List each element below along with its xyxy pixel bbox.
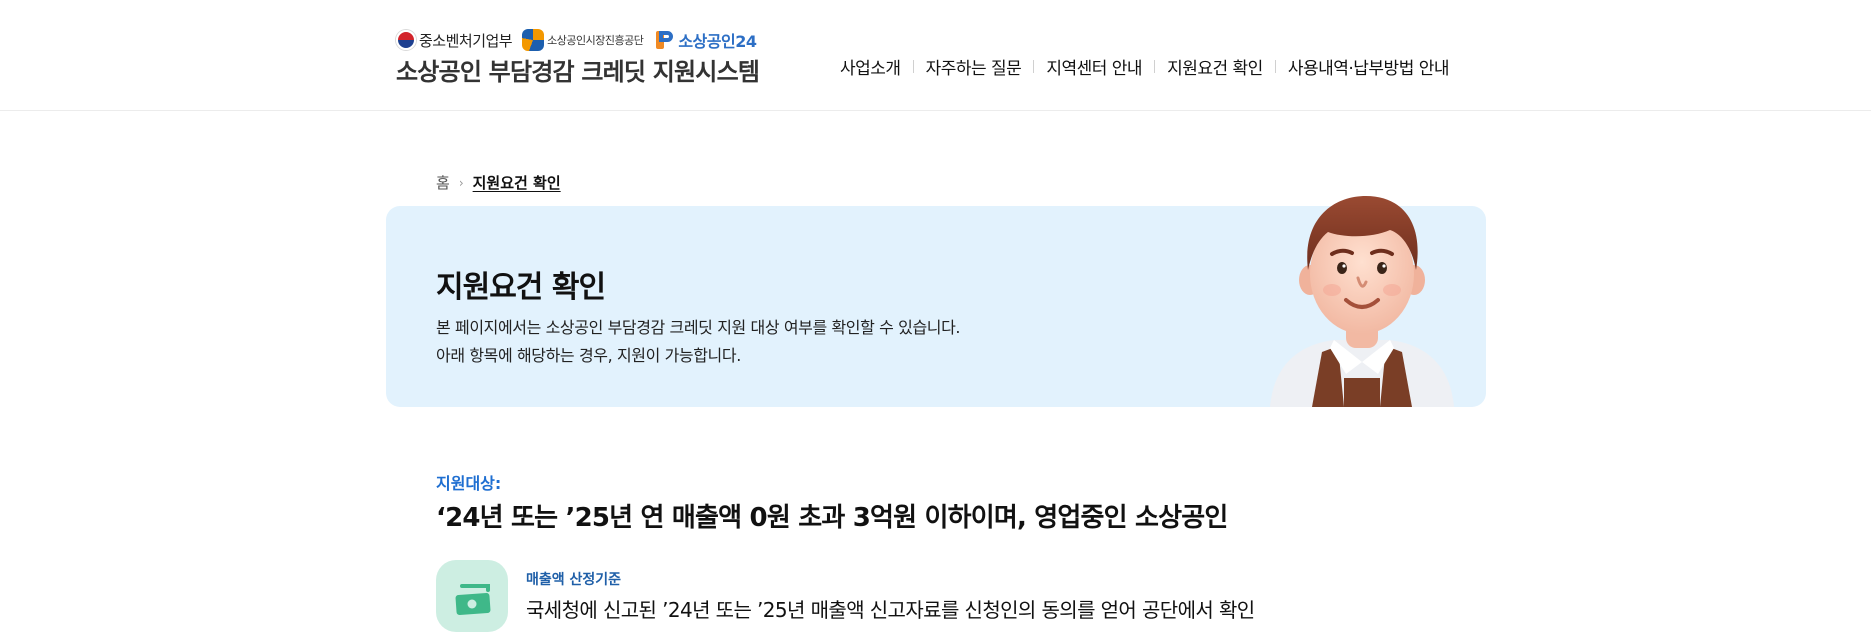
main-nav: 사업소개 자주하는 질문 지역센터 안내 지원요건 확인 사용내역·납부방법 안… — [840, 54, 1461, 79]
breadcrumb-home-link[interactable]: 홈 — [436, 172, 450, 193]
partner-logos: 중소벤처기업부 소상공인시장진흥공단 소상공인24 — [396, 29, 766, 51]
money-bill-icon — [436, 560, 508, 632]
eligibility-target-label: 지원대상: — [436, 474, 502, 493]
nav-item-eligibility[interactable]: 지원요건 확인 — [1155, 54, 1275, 79]
portal-logo-text: 소상공인24 — [678, 32, 757, 51]
korea-government-emblem-icon — [396, 30, 416, 50]
portal-logo-link[interactable]: 소상공인24 — [653, 28, 757, 52]
ministry-logo-text: 중소벤처기업부 — [419, 31, 513, 50]
eligibility-target-title: ‘24년 또는 ’25년 연 매출액 0원 초과 3억원 이하이며, 영업중인 … — [436, 503, 1228, 533]
site-header: 중소벤처기업부 소상공인시장진흥공단 소상공인24 소상공인 부담경감 크레딧 … — [0, 0, 1871, 111]
chevron-right-icon: › — [458, 175, 464, 190]
breadcrumb-current-link[interactable]: 지원요건 확인 — [473, 172, 561, 193]
nav-item-regional-centers[interactable]: 지역센터 안내 — [1034, 54, 1154, 79]
page-description: 본 페이지에서는 소상공인 부담경감 크레딧 지원 대상 여부를 확인할 수 있… — [436, 314, 961, 370]
page-title: 지원요건 확인 — [436, 270, 606, 305]
criteria-description: 국세청에 신고된 ’24년 또는 ’25년 매출액 신고자료를 신청인의 동의를… — [526, 598, 1255, 622]
agency-logo-link[interactable]: 소상공인시장진흥공단 — [522, 29, 644, 51]
page-description-line: 아래 항목에 해당하는 경우, 지원이 가능합니다. — [436, 346, 741, 365]
ministry-logo-link[interactable]: 중소벤처기업부 — [396, 30, 513, 51]
page-description-line: 본 페이지에서는 소상공인 부담경감 크레딧 지원 대상 여부를 확인할 수 있… — [436, 318, 961, 337]
portal-p-emblem-icon — [653, 29, 676, 51]
nav-item-about[interactable]: 사업소개 — [840, 54, 913, 79]
nav-item-faq[interactable]: 자주하는 질문 — [914, 54, 1034, 79]
shopkeeper-character-illustration — [1270, 196, 1454, 407]
site-title-link[interactable]: 소상공인 부담경감 크레딧 지원시스템 — [396, 52, 760, 87]
criteria-label: 매출액 산정기준 — [526, 572, 622, 588]
nav-item-usage-payment[interactable]: 사용내역·납부방법 안내 — [1276, 54, 1461, 79]
agency-logo-text: 소상공인시장진흥공단 — [547, 34, 644, 47]
breadcrumb: 홈 › 지원요건 확인 — [436, 172, 561, 193]
semas-emblem-icon — [522, 29, 545, 51]
